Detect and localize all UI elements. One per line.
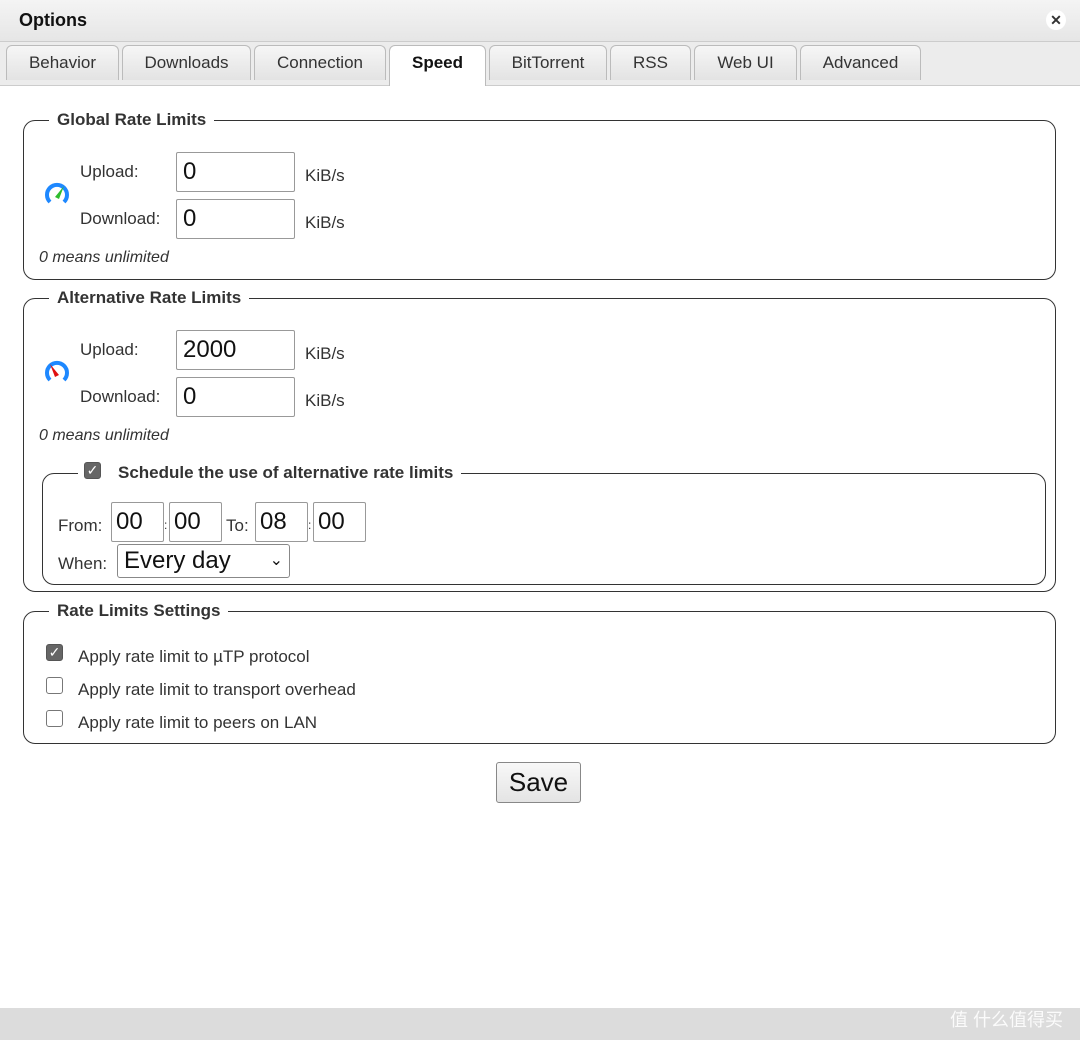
tab-rss[interactable]: RSS <box>610 45 691 80</box>
unlimited-note: 0 means unlimited <box>39 249 169 266</box>
tab-bittorrent[interactable]: BitTorrent <box>489 45 607 80</box>
alternative-legend: Alternative Rate Limits <box>57 288 242 307</box>
unit-label: KiB/s <box>305 166 345 185</box>
tab-downloads[interactable]: Downloads <box>122 45 251 80</box>
utp-label: Apply rate limit to µTP protocol <box>78 647 310 666</box>
watermark: 值 什么值得买 <box>950 1010 1064 1030</box>
tab-speed[interactable]: Speed <box>389 45 486 86</box>
from-hour-input[interactable] <box>111 502 164 542</box>
schedule-legend: Schedule the use of alternative rate lim… <box>118 463 454 482</box>
global-legend: Global Rate Limits <box>57 110 207 129</box>
lan-label: Apply rate limit to peers on LAN <box>78 713 318 732</box>
from-label: From: <box>58 516 103 535</box>
time-separator: : <box>164 518 168 532</box>
global-upload-input[interactable] <box>176 152 295 192</box>
global-download-input[interactable] <box>176 199 295 239</box>
tab-advanced[interactable]: Advanced <box>800 45 921 80</box>
save-button[interactable]: Save <box>496 762 581 803</box>
alt-download-input[interactable] <box>176 377 295 417</box>
to-hour-input[interactable] <box>255 502 308 542</box>
alt-upload-input[interactable] <box>176 330 295 370</box>
from-minute-input[interactable] <box>169 502 222 542</box>
unit-label: KiB/s <box>305 391 345 410</box>
speedometer-red-icon <box>45 360 69 382</box>
when-label: When: <box>58 554 108 573</box>
to-minute-input[interactable] <box>313 502 366 542</box>
utp-checkbox[interactable]: ✓ <box>46 644 63 661</box>
tab-webui[interactable]: Web UI <box>694 45 797 80</box>
to-label: To: <box>226 516 249 535</box>
download-label: Download: <box>80 209 161 228</box>
upload-label: Upload: <box>80 162 139 181</box>
unit-label: KiB/s <box>305 213 345 232</box>
when-select[interactable]: Every day ⌄ <box>117 544 290 578</box>
chevron-down-icon: ⌄ <box>269 552 283 569</box>
lan-checkbox[interactable] <box>46 710 63 727</box>
window-title: Options <box>19 10 87 30</box>
footer-bar <box>0 1008 1080 1040</box>
global-rate-limits-group: Global Rate Limits <box>23 110 1056 280</box>
settings-legend: Rate Limits Settings <box>57 601 221 620</box>
close-icon[interactable]: ✕ <box>1046 10 1066 30</box>
when-value: Every day <box>124 547 231 574</box>
upload-label: Upload: <box>80 340 139 359</box>
tab-behavior[interactable]: Behavior <box>6 45 119 80</box>
tab-connection[interactable]: Connection <box>254 45 386 80</box>
unit-label: KiB/s <box>305 344 345 363</box>
time-separator: : <box>308 518 312 532</box>
overhead-label: Apply rate limit to transport overhead <box>78 680 356 699</box>
overhead-checkbox[interactable] <box>46 677 63 694</box>
title-bar <box>0 0 1080 42</box>
speedometer-green-icon <box>45 182 69 204</box>
download-label: Download: <box>80 387 161 406</box>
unlimited-note: 0 means unlimited <box>39 427 169 444</box>
schedule-checkbox[interactable]: ✓ <box>84 462 101 479</box>
